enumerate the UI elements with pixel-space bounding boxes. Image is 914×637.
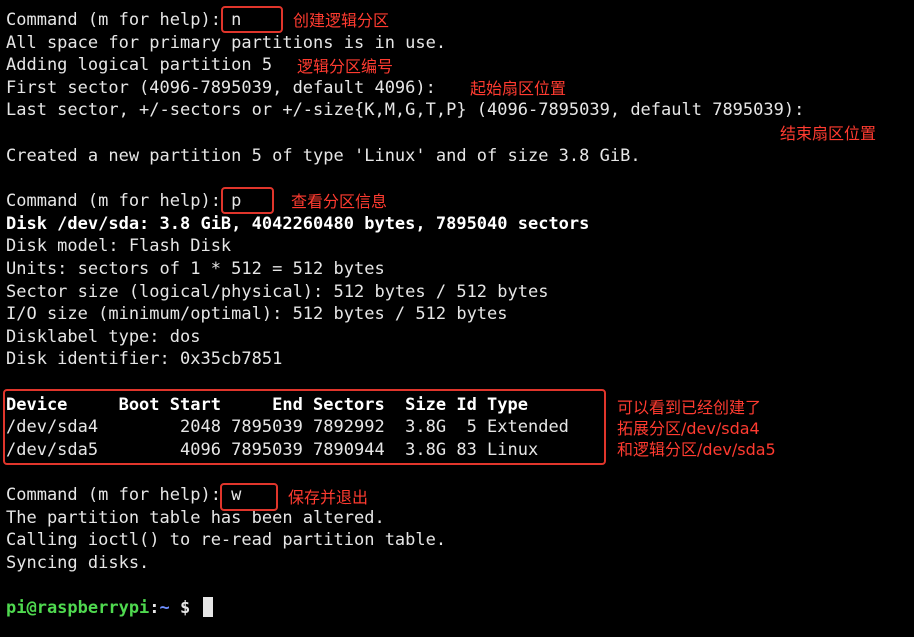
- shell-prompt[interactable]: pi@raspberrypi:~ $: [6, 597, 213, 619]
- highlight-box-partition-table: [3, 389, 606, 465]
- terminal-line: Last sector, +/-sectors or +/-size{K,M,G…: [6, 100, 805, 120]
- terminal-line: Adding logical partition 5: [6, 55, 273, 75]
- terminal-line: All space for primary partitions is in u…: [6, 33, 447, 53]
- terminal-window[interactable]: Command (m for help): n All space for pr…: [0, 0, 914, 637]
- terminal-line: I/O size (minimum/optimal): 512 bytes / …: [6, 304, 508, 324]
- annotation-table-note-3: 和逻辑分区/dev/sda5: [617, 440, 776, 459]
- terminal-line: Syncing disks.: [6, 553, 150, 573]
- annotation-logical-number: 逻辑分区编号: [297, 57, 394, 76]
- terminal-line: Created a new partition 5 of type 'Linux…: [6, 146, 641, 166]
- terminal-line: First sector (4096-7895039, default 4096…: [6, 78, 436, 98]
- terminal-line: Units: sectors of 1 * 512 = 512 bytes: [6, 259, 385, 279]
- terminal-line-command-n: Command (m for help): n: [6, 10, 242, 30]
- annotation-table-note-1: 可以看到已经创建了: [617, 398, 762, 417]
- terminal-line-disk-summary: Disk /dev/sda: 3.8 GiB, 4042260480 bytes…: [6, 214, 590, 234]
- terminal-line: Disk identifier: 0x35cb7851: [6, 349, 283, 369]
- terminal-line: Disk model: Flash Disk: [6, 236, 232, 256]
- annotation-table-note-2: 拓展分区/dev/sda4: [617, 419, 760, 438]
- highlight-box-w: [220, 483, 278, 511]
- annotation-end-sector: 结束扇区位置: [780, 124, 877, 143]
- prompt-colon: :: [149, 598, 160, 618]
- annotation-save-exit: 保存并退出: [288, 488, 369, 507]
- terminal-line-command-w: Command (m for help): w: [6, 485, 242, 505]
- terminal-line: Sector size (logical/physical): 512 byte…: [6, 282, 549, 302]
- annotation-view-info: 查看分区信息: [291, 192, 388, 211]
- prompt-symbol: $: [169, 598, 201, 618]
- terminal-line-command-p: Command (m for help): p: [6, 191, 242, 211]
- terminal-line: The partition table has been altered.: [6, 508, 385, 528]
- terminal-line: Disklabel type: dos: [6, 327, 201, 347]
- annotation-create-logical: 创建逻辑分区: [293, 11, 390, 30]
- annotation-start-sector: 起始扇区位置: [470, 79, 567, 98]
- prompt-user-host: pi@raspberrypi: [6, 598, 150, 618]
- terminal-line: Calling ioctl() to re-read partition tab…: [6, 530, 447, 550]
- highlight-box-p: [221, 187, 274, 214]
- highlight-box-n: [221, 6, 283, 33]
- text-cursor: [202, 597, 213, 617]
- prompt-path: ~: [159, 598, 170, 618]
